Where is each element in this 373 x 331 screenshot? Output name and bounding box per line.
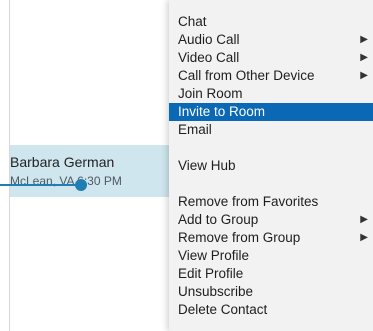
submenu-arrow-icon: ▶ <box>360 70 368 81</box>
menu-item-invite-to-room[interactable]: Invite to Room <box>169 103 373 121</box>
menu-item-view-hub[interactable]: View Hub <box>169 157 373 175</box>
menu-item-video-call[interactable]: Video Call ▶ <box>169 49 373 67</box>
menu-item-label: Video Call <box>178 50 240 65</box>
menu-item-label: Add to Group <box>178 212 259 227</box>
menu-item-remove-from-favorites[interactable]: Remove from Favorites <box>169 193 373 211</box>
menu-item-label: Chat <box>178 14 207 29</box>
menu-item-remove-from-group[interactable]: Remove from Group ▶ <box>169 229 373 247</box>
submenu-arrow-icon: ▶ <box>360 214 368 225</box>
menu-item-label: Delete Contact <box>178 302 268 317</box>
annotation-pointer-dot <box>75 179 87 191</box>
menu-item-label: Remove from Favorites <box>178 194 319 209</box>
contact-name: Barbara German <box>10 154 115 170</box>
contact-context-menu: Chat Audio Call ▶ Video Call ▶ Call from… <box>169 0 373 331</box>
screen: Barbara German McLean, VA 6:30 PM Chat A… <box>0 0 373 331</box>
submenu-arrow-icon: ▶ <box>360 52 368 63</box>
submenu-arrow-icon: ▶ <box>360 232 368 243</box>
menu-item-email[interactable]: Email <box>169 121 373 139</box>
submenu-arrow-icon: ▶ <box>360 34 368 45</box>
menu-item-label: View Hub <box>178 158 236 173</box>
menu-separator <box>169 175 373 193</box>
menu-item-chat[interactable]: Chat <box>169 13 373 31</box>
menu-item-label: Call from Other Device <box>178 68 315 83</box>
menu-item-call-from-other-device[interactable]: Call from Other Device ▶ <box>169 67 373 85</box>
menu-item-add-to-group[interactable]: Add to Group ▶ <box>169 211 373 229</box>
annotation-pointer-line <box>0 184 82 186</box>
menu-item-label: Unsubscribe <box>178 284 254 299</box>
menu-item-delete-contact[interactable]: Delete Contact <box>169 301 373 319</box>
menu-item-edit-profile[interactable]: Edit Profile <box>169 265 373 283</box>
menu-item-label: Invite to Room <box>178 104 266 119</box>
menu-item-label: Remove from Group <box>178 230 301 245</box>
menu-item-audio-call[interactable]: Audio Call ▶ <box>169 31 373 49</box>
menu-item-label: Edit Profile <box>178 266 244 281</box>
menu-item-label: View Profile <box>178 248 250 263</box>
menu-separator <box>169 139 373 157</box>
menu-item-label: Audio Call <box>178 32 240 47</box>
menu-item-label: Email <box>178 122 212 137</box>
menu-item-view-profile[interactable]: View Profile <box>169 247 373 265</box>
menu-item-join-room[interactable]: Join Room <box>169 85 373 103</box>
contact-row-barbara-german[interactable]: Barbara German McLean, VA 6:30 PM <box>10 145 180 197</box>
menu-item-label: Join Room <box>178 86 243 101</box>
menu-item-unsubscribe[interactable]: Unsubscribe <box>169 283 373 301</box>
